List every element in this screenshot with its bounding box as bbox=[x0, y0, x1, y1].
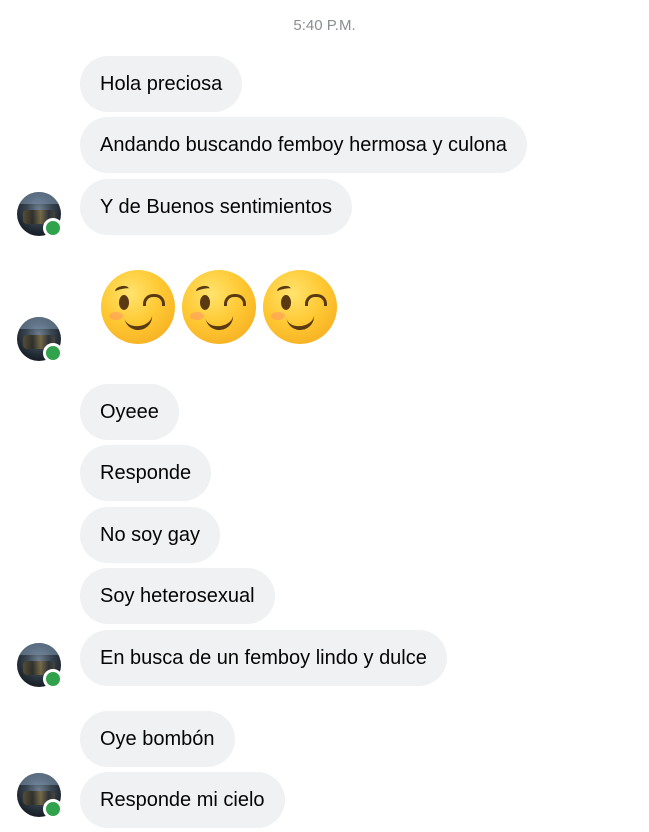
message-bubble[interactable]: No soy gay bbox=[80, 507, 221, 563]
sender-avatar[interactable] bbox=[17, 192, 63, 238]
message-bubble[interactable]: Andando buscando femboy hermosa y culona bbox=[80, 117, 527, 173]
winking-face-emoji-icon[interactable] bbox=[182, 270, 256, 344]
online-status-icon bbox=[43, 799, 63, 819]
message-bubble[interactable]: Responde bbox=[80, 445, 212, 501]
message-bubble[interactable]: Oye bombón bbox=[80, 711, 235, 767]
message-text: Oyeee bbox=[100, 400, 159, 423]
sender-avatar[interactable] bbox=[17, 773, 63, 819]
message-text: Andando buscando femboy hermosa y culona bbox=[100, 133, 507, 156]
message-bubble[interactable]: En busca de un femboy lindo y dulce bbox=[80, 630, 447, 686]
message-bubble[interactable]: Responde mi cielo bbox=[80, 772, 285, 828]
message-bubble[interactable]: Oyeee bbox=[80, 384, 179, 440]
message-bubble[interactable]: Y de Buenos sentimientos bbox=[80, 179, 353, 235]
message-bubble[interactable]: Soy heterosexual bbox=[80, 568, 275, 624]
winking-face-emoji-icon[interactable] bbox=[263, 270, 337, 344]
sender-avatar[interactable] bbox=[17, 643, 63, 689]
sender-avatar[interactable] bbox=[17, 317, 63, 363]
message-text: Hola preciosa bbox=[100, 72, 223, 95]
online-status-icon bbox=[43, 218, 63, 238]
message-text: Oye bombón bbox=[100, 727, 215, 750]
online-status-icon bbox=[43, 343, 63, 363]
message-timestamp: 5:40 P.M. bbox=[293, 17, 356, 34]
message-text: Y de Buenos sentimientos bbox=[100, 195, 333, 218]
online-status-icon bbox=[43, 669, 63, 689]
message-text: No soy gay bbox=[100, 523, 201, 546]
winking-face-emoji-icon[interactable] bbox=[101, 270, 175, 344]
message-text: En busca de un femboy lindo y dulce bbox=[100, 646, 427, 669]
message-bubble[interactable]: Hola preciosa bbox=[80, 56, 243, 112]
message-text: Soy heterosexual bbox=[100, 584, 255, 607]
message-text: Responde mi cielo bbox=[100, 788, 265, 811]
message-text: Responde bbox=[100, 461, 192, 484]
